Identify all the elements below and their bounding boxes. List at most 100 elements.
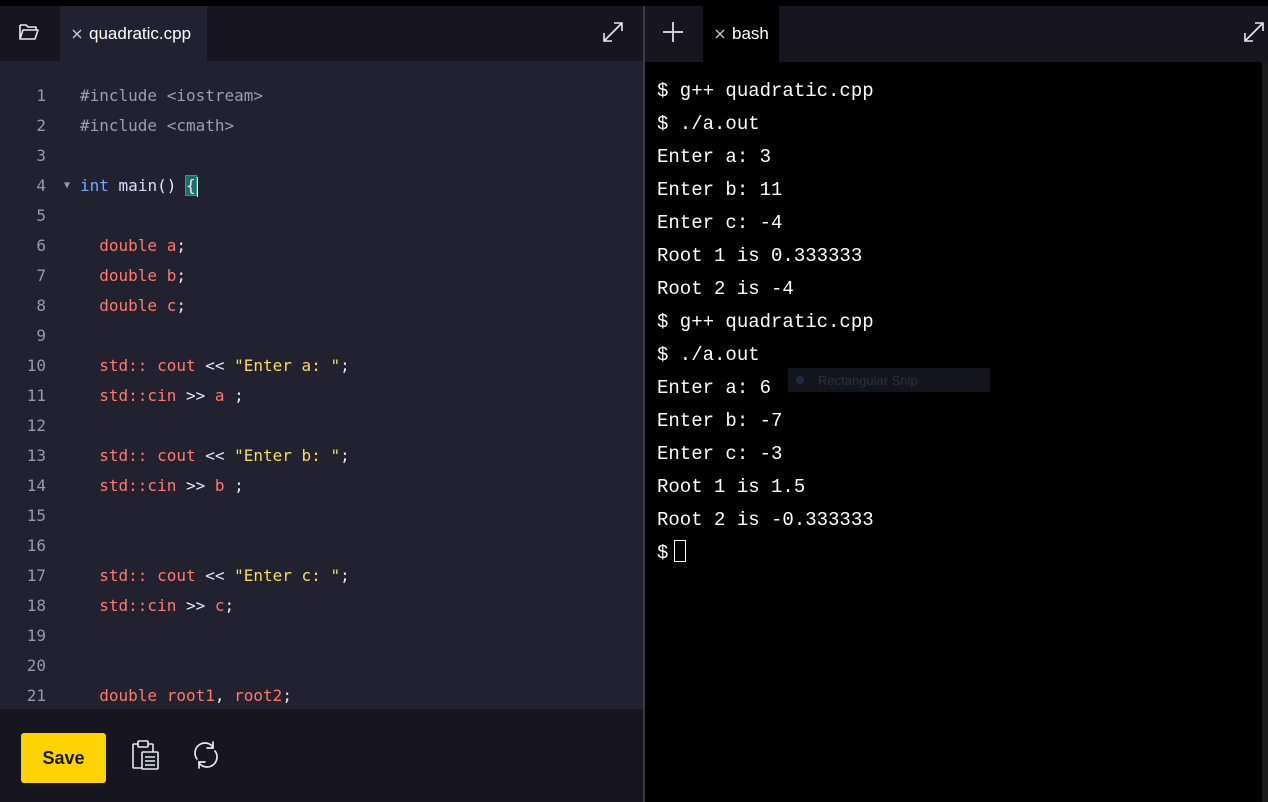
code-line[interactable]: 4 ▼ int main() { bbox=[0, 171, 644, 201]
tab-label: quadratic.cpp bbox=[89, 23, 192, 43]
snip-label: Rectangular Snip bbox=[818, 372, 918, 388]
terminal-line: Root 1 is 0.333333 bbox=[657, 245, 863, 267]
editor-pane: quadratic.cpp 1 #include <iostream> 2 #incl… bbox=[0, 6, 644, 802]
terminal-line: Root 2 is -0.333333 bbox=[657, 509, 874, 531]
copy-button[interactable] bbox=[128, 739, 162, 776]
line-number: 12 bbox=[26, 416, 46, 435]
terminal-line: $ g++ quadratic.cpp bbox=[657, 311, 874, 333]
code-text: std:: cout << "Enter c: "; bbox=[99, 566, 350, 585]
code-text: int main() { bbox=[80, 175, 198, 197]
code-line[interactable]: 15 bbox=[0, 501, 644, 531]
line-number: 21 bbox=[26, 686, 46, 705]
folder-open-icon bbox=[18, 22, 40, 47]
line-number: 1 bbox=[36, 86, 46, 105]
terminal-line: Enter b: -7 bbox=[657, 410, 783, 432]
terminal-pane: bash $ g++ quadratic.cpp $ ./a.out Enter a… bbox=[645, 6, 1268, 802]
line-number: 9 bbox=[36, 326, 46, 345]
code-text: std::cin >> b ; bbox=[99, 476, 244, 495]
tab-label: bash bbox=[732, 24, 769, 43]
clipboard-icon bbox=[130, 739, 160, 776]
line-number: 14 bbox=[26, 476, 46, 495]
tab-bash[interactable]: bash bbox=[703, 6, 779, 62]
code-line[interactable]: 13 std:: cout << "Enter b: "; bbox=[0, 441, 644, 471]
expand-icon bbox=[602, 21, 624, 48]
code-text: double c; bbox=[99, 296, 186, 315]
line-number: 3 bbox=[36, 146, 46, 165]
code-editor[interactable]: 1 #include <iostream> 2 #include <cmath> 3 4 ▼… bbox=[0, 81, 644, 709]
line-number: 2 bbox=[36, 116, 46, 135]
line-number: 6 bbox=[36, 236, 46, 255]
code-line[interactable]: 16 bbox=[0, 531, 644, 561]
code-text: std:: cout << "Enter a: "; bbox=[99, 356, 350, 375]
line-number: 20 bbox=[26, 656, 46, 675]
line-number: 11 bbox=[26, 386, 46, 405]
line-number: 16 bbox=[26, 536, 46, 555]
code-line[interactable]: 9 bbox=[0, 321, 644, 351]
line-number: 15 bbox=[26, 506, 46, 525]
terminal-line: Root 2 is -4 bbox=[657, 278, 794, 300]
code-line[interactable]: 1 #include <iostream> bbox=[0, 81, 644, 111]
save-button[interactable]: Save bbox=[21, 733, 106, 783]
line-number: 7 bbox=[36, 266, 46, 285]
text-cursor bbox=[196, 176, 198, 197]
code-text: #include <cmath> bbox=[80, 116, 235, 135]
code-line[interactable]: 19 bbox=[0, 621, 644, 651]
terminal-output[interactable]: $ g++ quadratic.cpp $ ./a.out Enter a: 3 En… bbox=[657, 75, 1257, 570]
code-line[interactable]: 18 std::cin >> c; bbox=[0, 591, 644, 621]
code-text: std::cin >> c; bbox=[99, 596, 235, 615]
plus-icon bbox=[662, 21, 684, 48]
code-line[interactable]: 3 bbox=[0, 141, 644, 171]
code-text: double b; bbox=[99, 266, 186, 285]
terminal-line: Root 1 is 1.5 bbox=[657, 476, 806, 498]
line-number: 5 bbox=[36, 206, 46, 225]
code-text: #include <iostream> bbox=[80, 86, 264, 105]
editor-footer: Save bbox=[0, 709, 644, 802]
code-text: double a; bbox=[99, 236, 186, 255]
terminal-line: $ g++ quadratic.cpp bbox=[657, 80, 874, 102]
code-line[interactable]: 7 double b; bbox=[0, 261, 644, 291]
line-number: 8 bbox=[36, 296, 46, 315]
line-number: 4 bbox=[36, 176, 46, 195]
code-line[interactable]: 14 std::cin >> b ; bbox=[0, 471, 644, 501]
code-line[interactable]: 8 double c; bbox=[0, 291, 644, 321]
line-number: 13 bbox=[26, 446, 46, 465]
code-line[interactable]: 21 double root1, root2; bbox=[0, 681, 644, 709]
expand-icon bbox=[1243, 21, 1265, 48]
prompt-symbol: $ bbox=[657, 542, 669, 564]
code-text: double root1, root2; bbox=[99, 686, 292, 705]
line-number: 19 bbox=[26, 626, 46, 645]
close-icon[interactable] bbox=[711, 29, 729, 39]
terminal-line: Enter c: -4 bbox=[657, 212, 783, 234]
reset-button[interactable] bbox=[189, 740, 223, 774]
code-line[interactable]: 20 bbox=[0, 651, 644, 681]
terminal-line: $ ./a.out bbox=[657, 113, 760, 135]
expand-terminal-button[interactable] bbox=[1240, 20, 1268, 48]
code-text: std::cin >> a ; bbox=[99, 386, 244, 405]
snip-tooltip: Rectangular Snip bbox=[788, 368, 990, 392]
new-terminal-button[interactable] bbox=[657, 18, 689, 50]
line-number: 17 bbox=[26, 566, 46, 585]
open-folder-button[interactable] bbox=[10, 18, 48, 50]
terminal-scrollbar[interactable] bbox=[1262, 62, 1268, 802]
terminal-tabbar: bash bbox=[645, 6, 1268, 62]
expand-editor-button[interactable] bbox=[599, 20, 627, 48]
code-line[interactable]: 6 double a; bbox=[0, 231, 644, 261]
fold-toggle-icon[interactable]: ▼ bbox=[64, 171, 70, 201]
snip-icon bbox=[796, 376, 804, 384]
terminal-cursor bbox=[674, 539, 687, 562]
code-line[interactable]: 12 bbox=[0, 411, 644, 441]
editor-tabbar: quadratic.cpp bbox=[0, 6, 644, 61]
terminal-prompt-line[interactable]: $ bbox=[657, 537, 1257, 570]
code-line[interactable]: 5 bbox=[0, 201, 644, 231]
terminal-line: Enter c: -3 bbox=[657, 443, 783, 465]
code-line[interactable]: 17 std:: cout << "Enter c: "; bbox=[0, 561, 644, 591]
tab-quadratic-cpp[interactable]: quadratic.cpp bbox=[60, 6, 207, 61]
code-line[interactable]: 2 #include <cmath> bbox=[0, 111, 644, 141]
line-number: 18 bbox=[26, 596, 46, 615]
line-number: 10 bbox=[26, 356, 46, 375]
code-text: std:: cout << "Enter b: "; bbox=[99, 446, 350, 465]
code-line[interactable]: 11 std::cin >> a ; bbox=[0, 381, 644, 411]
refresh-icon bbox=[191, 740, 221, 775]
code-line[interactable]: 10 std:: cout << "Enter a: "; bbox=[0, 351, 644, 381]
close-icon[interactable] bbox=[68, 29, 86, 39]
